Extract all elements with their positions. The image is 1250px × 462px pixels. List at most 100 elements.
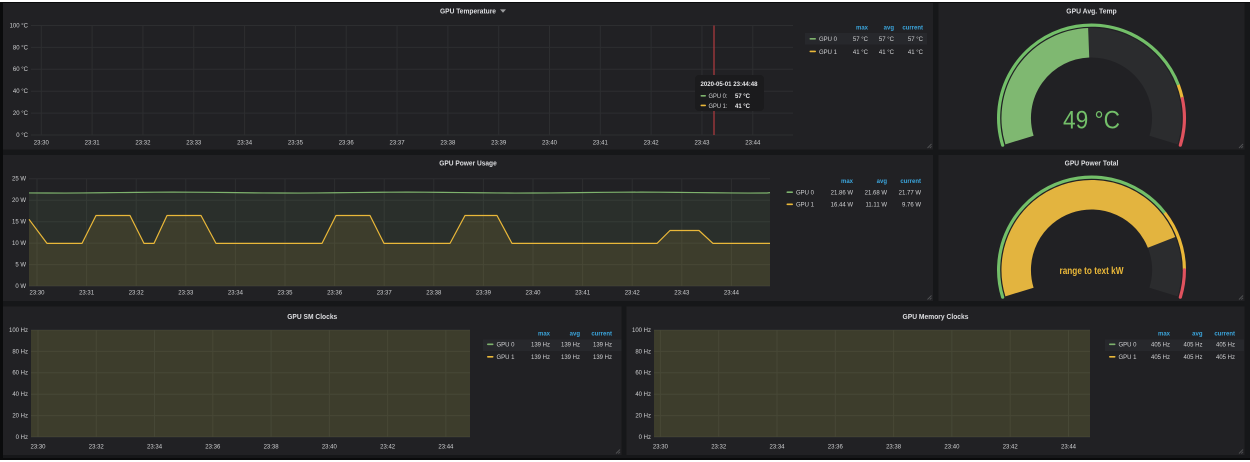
svg-text:139 Hz: 139 Hz (561, 355, 580, 361)
svg-text:23:40: 23:40 (322, 444, 338, 450)
svg-text:139 Hz: 139 Hz (593, 343, 612, 349)
svg-text:23:44: 23:44 (724, 291, 740, 297)
svg-text:100 Hz: 100 Hz (9, 328, 28, 334)
svg-text:23:37: 23:37 (390, 141, 406, 147)
svg-text:23:32: 23:32 (89, 444, 105, 450)
svg-text:23:42: 23:42 (644, 141, 660, 147)
svg-text:23:30: 23:30 (30, 444, 46, 450)
svg-text:avg: avg (884, 26, 895, 32)
svg-text:11.11 W: 11.11 W (866, 203, 888, 209)
svg-text:23:30: 23:30 (29, 291, 45, 297)
svg-text:GPU 0: GPU 0 (796, 191, 815, 197)
svg-text:23:36: 23:36 (828, 444, 844, 450)
svg-text:9.76 W: 9.76 W (902, 203, 921, 209)
svg-text:21.86 W: 21.86 W (831, 191, 854, 197)
svg-text:23:40: 23:40 (542, 141, 558, 147)
svg-text:23:42: 23:42 (1003, 444, 1019, 450)
svg-text:GPU Power Total: GPU Power Total (1065, 159, 1119, 168)
svg-text:23:42: 23:42 (380, 444, 396, 450)
svg-text:5 W: 5 W (15, 263, 26, 269)
svg-text:avg: avg (877, 179, 888, 185)
svg-text:GPU 1: GPU 1 (796, 203, 815, 209)
svg-text:23:43: 23:43 (674, 291, 690, 297)
svg-text:23:38: 23:38 (886, 444, 902, 450)
svg-text:80 °C: 80 °C (13, 45, 29, 51)
svg-text:current: current (900, 179, 921, 185)
svg-text:23:40: 23:40 (944, 444, 960, 450)
svg-text:15 W: 15 W (12, 220, 26, 226)
svg-text:23:35: 23:35 (277, 291, 293, 297)
svg-text:current: current (591, 332, 612, 338)
svg-text:23:39: 23:39 (476, 291, 492, 297)
svg-text:23:44: 23:44 (745, 141, 761, 147)
svg-text:139 Hz: 139 Hz (561, 343, 580, 349)
svg-text:current: current (902, 26, 923, 32)
svg-text:GPU Temperature: GPU Temperature (440, 7, 496, 16)
svg-text:20 Hz: 20 Hz (12, 414, 28, 420)
svg-text:23:34: 23:34 (237, 141, 253, 147)
svg-text:GPU 0:: GPU 0: (709, 93, 728, 100)
svg-text:40 Hz: 40 Hz (12, 392, 28, 398)
svg-text:41 °C: 41 °C (853, 50, 869, 56)
svg-text:25 W: 25 W (12, 177, 26, 183)
svg-text:GPU 1: GPU 1 (819, 50, 838, 56)
svg-text:100 Hz: 100 Hz (632, 328, 651, 334)
svg-text:23:38: 23:38 (440, 141, 456, 147)
svg-text:49 °C: 49 °C (1063, 107, 1120, 135)
svg-text:GPU Avg. Temp: GPU Avg. Temp (1066, 7, 1117, 16)
svg-text:23:38: 23:38 (264, 444, 280, 450)
svg-text:23:36: 23:36 (327, 291, 343, 297)
svg-text:23:32: 23:32 (129, 291, 145, 297)
svg-text:23:35: 23:35 (288, 141, 304, 147)
svg-text:current: current (1214, 332, 1235, 338)
svg-text:60 Hz: 60 Hz (12, 371, 28, 377)
svg-text:60 Hz: 60 Hz (635, 371, 651, 377)
svg-text:23:31: 23:31 (79, 291, 95, 297)
svg-text:20 W: 20 W (12, 198, 26, 204)
svg-text:41 °C: 41 °C (735, 103, 751, 110)
svg-text:23:30: 23:30 (34, 141, 50, 147)
svg-text:21.77 W: 21.77 W (899, 191, 922, 197)
svg-text:avg: avg (1192, 332, 1203, 338)
svg-text:57 °C: 57 °C (879, 37, 895, 43)
svg-text:23:41: 23:41 (575, 291, 591, 297)
svg-text:23:30: 23:30 (653, 444, 669, 450)
svg-text:80 Hz: 80 Hz (635, 349, 651, 355)
svg-text:max: max (1158, 332, 1171, 338)
svg-text:GPU 1:: GPU 1: (709, 103, 728, 110)
svg-text:405 Hz: 405 Hz (1151, 343, 1170, 349)
svg-text:57 °C: 57 °C (908, 37, 924, 43)
svg-text:139 Hz: 139 Hz (531, 343, 550, 349)
svg-text:23:34: 23:34 (769, 444, 785, 450)
svg-text:GPU 0: GPU 0 (819, 37, 838, 43)
svg-text:avg: avg (570, 332, 581, 338)
svg-text:139 Hz: 139 Hz (531, 355, 550, 361)
svg-text:20 °C: 20 °C (13, 111, 29, 117)
svg-text:GPU SM Clocks: GPU SM Clocks (287, 312, 337, 321)
svg-text:23:44: 23:44 (438, 444, 454, 450)
svg-text:23:34: 23:34 (147, 444, 163, 450)
svg-text:max: max (856, 26, 869, 32)
svg-text:405 Hz: 405 Hz (1183, 355, 1202, 361)
svg-text:23:39: 23:39 (491, 141, 507, 147)
svg-text:GPU 1: GPU 1 (1119, 355, 1138, 361)
svg-text:23:38: 23:38 (426, 291, 442, 297)
svg-text:2020-05-01 23:44:48: 2020-05-01 23:44:48 (701, 81, 759, 88)
svg-text:range to text kW: range to text kW (1060, 265, 1124, 277)
svg-text:80 Hz: 80 Hz (12, 349, 28, 355)
svg-text:405 Hz: 405 Hz (1183, 343, 1202, 349)
svg-text:10 W: 10 W (12, 241, 26, 247)
svg-text:40 °C: 40 °C (13, 89, 29, 95)
svg-text:GPU 0: GPU 0 (497, 343, 516, 349)
svg-text:23:33: 23:33 (178, 291, 194, 297)
svg-text:0 W: 0 W (15, 284, 26, 290)
svg-text:23:32: 23:32 (711, 444, 727, 450)
svg-text:23:32: 23:32 (135, 141, 151, 147)
svg-text:21.68 W: 21.68 W (865, 191, 888, 197)
svg-text:23:41: 23:41 (593, 141, 609, 147)
svg-text:23:33: 23:33 (186, 141, 202, 147)
svg-text:23:44: 23:44 (1061, 444, 1077, 450)
svg-text:max: max (841, 179, 854, 185)
svg-text:23:36: 23:36 (339, 141, 355, 147)
svg-text:16.44 W: 16.44 W (831, 203, 854, 209)
